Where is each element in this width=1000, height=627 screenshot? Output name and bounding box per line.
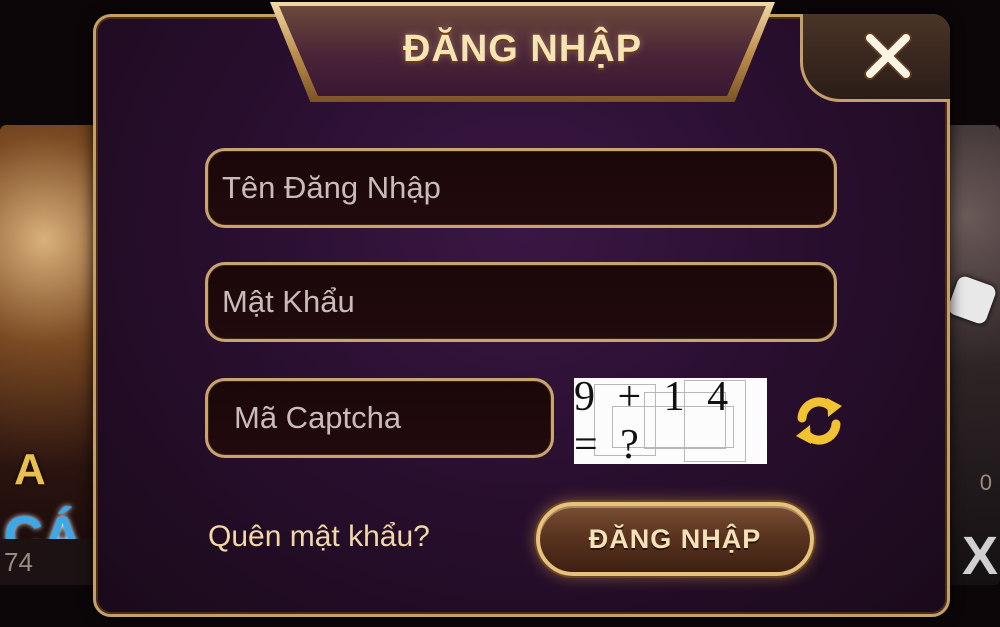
captcha-challenge-text: 9 + 1 4 = ? bbox=[574, 378, 735, 464]
dice-icon bbox=[946, 274, 998, 326]
login-screen: A CÁ 74 0 X ĐĂNG NHẬP 9 + 1 4 = ? bbox=[0, 0, 1000, 627]
forgot-password-link[interactable]: Quên mật khẩu? bbox=[208, 520, 430, 554]
username-input[interactable] bbox=[208, 151, 834, 225]
username-field bbox=[205, 148, 837, 228]
password-field bbox=[205, 262, 837, 342]
captcha-image: 9 + 1 4 = ? bbox=[574, 378, 767, 464]
close-icon bbox=[864, 32, 912, 80]
dialog-title: ĐĂNG NHẬP bbox=[402, 28, 643, 70]
login-button[interactable]: ĐĂNG NHẬP bbox=[536, 502, 814, 576]
refresh-icon bbox=[796, 397, 842, 445]
close-button[interactable] bbox=[853, 24, 923, 88]
background-card-letter: A bbox=[14, 445, 46, 494]
refresh-captcha-button[interactable] bbox=[790, 392, 848, 450]
password-input[interactable] bbox=[208, 265, 834, 339]
background-card-title: X bbox=[961, 526, 998, 586]
login-button-label: ĐĂNG NHẬP bbox=[588, 523, 762, 554]
captcha-field bbox=[205, 378, 554, 458]
captcha-input[interactable] bbox=[208, 381, 551, 455]
